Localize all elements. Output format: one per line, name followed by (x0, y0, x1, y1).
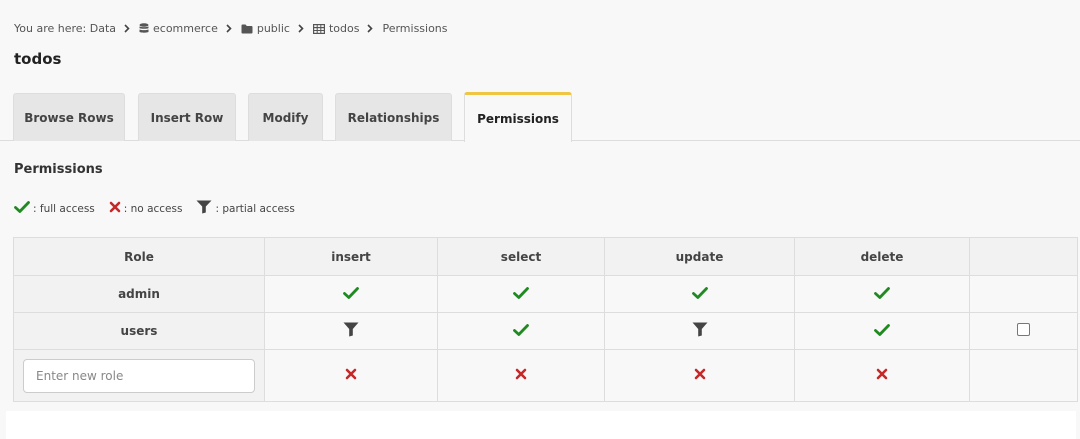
column-header-role: Role (13, 237, 265, 276)
breadcrumb-prefix[interactable]: You are here: Data (14, 22, 116, 35)
check-icon (14, 201, 33, 216)
check-icon (874, 286, 890, 299)
breadcrumb-label: Permissions (382, 22, 448, 35)
tab-relationships[interactable]: Relationships (335, 93, 452, 141)
tab-modify[interactable]: Modify (248, 93, 323, 141)
tab-permissions[interactable]: Permissions (464, 92, 572, 142)
database-icon (139, 23, 149, 34)
permission-cell-select[interactable] (437, 349, 605, 402)
role-cell: users (13, 312, 265, 350)
permission-cell-delete[interactable] (794, 349, 970, 402)
breadcrumb-label: todos (328, 22, 360, 35)
column-header-extra (969, 237, 1078, 276)
check-icon (513, 323, 529, 336)
permission-cell-update[interactable] (604, 275, 795, 313)
page-title: todos (14, 50, 62, 68)
new-role-input[interactable] (23, 358, 255, 393)
legend-no-access: : no access (109, 201, 183, 216)
bulk-select-checkbox[interactable] (1017, 323, 1030, 336)
chevron-right-icon (298, 24, 304, 33)
extra-cell (969, 275, 1078, 313)
check-icon (691, 286, 708, 299)
cross-icon (694, 368, 706, 380)
extra-cell (969, 312, 1078, 350)
chevron-right-icon (124, 24, 130, 33)
cross-icon (345, 368, 357, 380)
filter-icon (343, 322, 359, 337)
table-header-row: Role insert select update delete (13, 237, 1078, 276)
table-icon (312, 23, 325, 34)
permission-cell-insert[interactable] (264, 349, 438, 402)
permission-cell-update[interactable] (604, 349, 795, 402)
permissions-legend: : full access : no access : partial acce… (14, 200, 309, 217)
column-header-update: update (604, 237, 795, 276)
table-row: users (13, 312, 1078, 350)
legend-label: : partial access (215, 202, 295, 215)
permissions-table: Role insert select update delete admin u… (13, 237, 1078, 402)
permission-cell-insert[interactable] (264, 312, 438, 350)
check-icon (874, 323, 890, 336)
section-title: Permissions (14, 162, 103, 177)
role-cell (13, 349, 265, 402)
filter-icon (692, 322, 708, 337)
table-row: admin (13, 275, 1078, 313)
permission-cell-insert[interactable] (264, 275, 438, 313)
filter-icon (196, 200, 215, 217)
permission-cell-select[interactable] (437, 312, 605, 350)
table-row-new-role (13, 349, 1078, 402)
chevron-right-icon (226, 24, 232, 33)
permission-cell-select[interactable] (437, 275, 605, 313)
role-cell: admin (13, 275, 265, 313)
breadcrumb-label: public (256, 22, 290, 35)
check-icon (343, 286, 359, 299)
permission-cell-delete[interactable] (794, 312, 970, 350)
chevron-right-icon (367, 24, 374, 33)
cross-icon (109, 201, 124, 216)
legend-partial-access: : partial access (196, 200, 295, 217)
tab-bar: Browse Rows Insert Row Modify Relationsh… (0, 92, 1080, 142)
permission-cell-update[interactable] (604, 312, 795, 350)
legend-full-access: : full access (14, 201, 95, 216)
tab-browse-rows[interactable]: Browse Rows (13, 93, 125, 141)
cross-icon (515, 368, 527, 380)
column-header-insert: insert (264, 237, 438, 276)
breadcrumb-item-todos[interactable]: todos (312, 22, 360, 35)
legend-label: : full access (33, 202, 95, 215)
breadcrumb-item-permissions: Permissions (382, 22, 447, 35)
breadcrumb-label: ecommerce (153, 22, 218, 35)
cross-icon (876, 368, 888, 380)
permission-cell-delete[interactable] (794, 275, 970, 313)
breadcrumb-item-public[interactable]: public (241, 22, 290, 35)
legend-label: : no access (123, 202, 183, 215)
bottom-panel (6, 411, 1076, 439)
folder-icon (241, 24, 253, 34)
column-header-delete: delete (794, 237, 970, 276)
tab-insert-row[interactable]: Insert Row (138, 93, 236, 141)
breadcrumb-item-ecommerce[interactable]: ecommerce (139, 22, 218, 35)
breadcrumb: You are here: Data ecommerce public todo… (14, 22, 448, 35)
extra-cell (969, 349, 1078, 402)
column-header-select: select (437, 237, 605, 276)
check-icon (513, 286, 529, 299)
